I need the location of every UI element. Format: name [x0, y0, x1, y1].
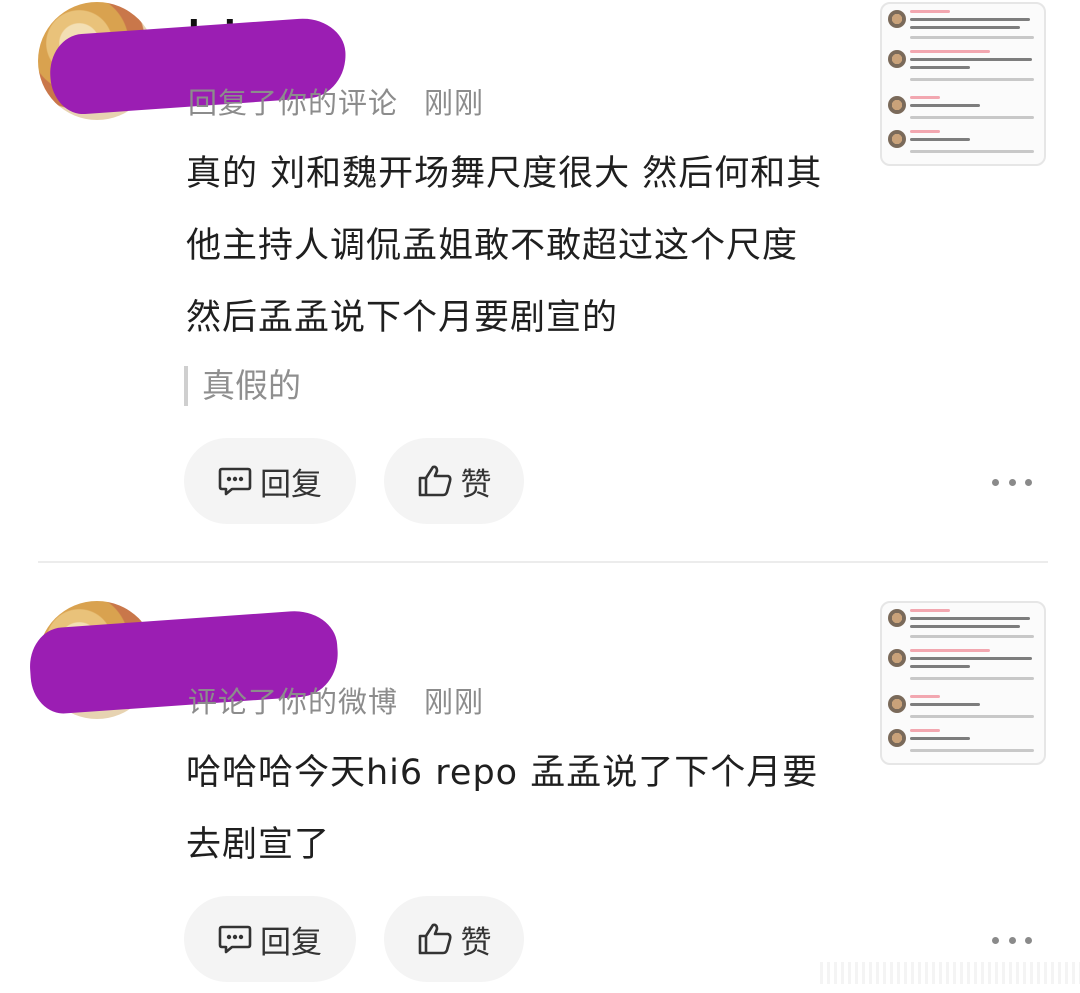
like-label: 赞	[460, 466, 492, 503]
like-button[interactable]: 赞	[384, 896, 524, 982]
reply-label: 回复	[260, 924, 322, 961]
weibo-thumbnail[interactable]	[880, 2, 1046, 166]
comment-bubble-icon	[218, 923, 252, 955]
thumbs-up-icon	[417, 464, 453, 498]
comment-text[interactable]: 真的 刘和魏开场舞尺度很大 然后何和其他主持人调侃孟姐敢不敢超过这个尺度 然后孟…	[186, 138, 846, 354]
thumbs-up-icon	[417, 922, 453, 956]
more-dots-icon[interactable]	[992, 934, 1032, 946]
notification-meta: 回复了你的评论 刚刚	[188, 80, 484, 122]
like-button[interactable]: 赞	[384, 438, 524, 524]
comment-text[interactable]: 哈哈哈今天hi6 repo 孟孟说了下个月要去剧宣了	[186, 737, 826, 881]
meta-time: 刚刚	[424, 685, 485, 719]
quoted-comment[interactable]: 真假的	[184, 366, 301, 406]
meta-action: 回复了你的评论	[188, 86, 399, 120]
comment-bubble-icon	[218, 465, 252, 497]
reply-button[interactable]: 回复	[184, 896, 356, 982]
reply-button[interactable]: 回复	[184, 438, 356, 524]
reply-label: 回复	[260, 466, 322, 503]
like-label: 赞	[460, 924, 492, 961]
more-dots-icon[interactable]	[992, 476, 1032, 488]
notification-item[interactable]: h i 回复了你的评论刚刚 真的 刘和魏开场舞尺度很大 然后何和其他主持人调侃孟…	[0, 0, 1080, 562]
notification-meta: 评论了你的微博 刚刚	[188, 679, 484, 721]
meta-action: 评论了你的微博	[188, 685, 399, 719]
notification-item[interactable]: h i 评论了你的微博刚刚 哈哈哈今天hi6 repo 孟孟说了下个月要去剧宣了…	[0, 563, 1080, 993]
watermark-strip	[820, 962, 1080, 984]
meta-time: 刚刚	[424, 86, 485, 120]
weibo-thumbnail[interactable]	[880, 601, 1046, 765]
